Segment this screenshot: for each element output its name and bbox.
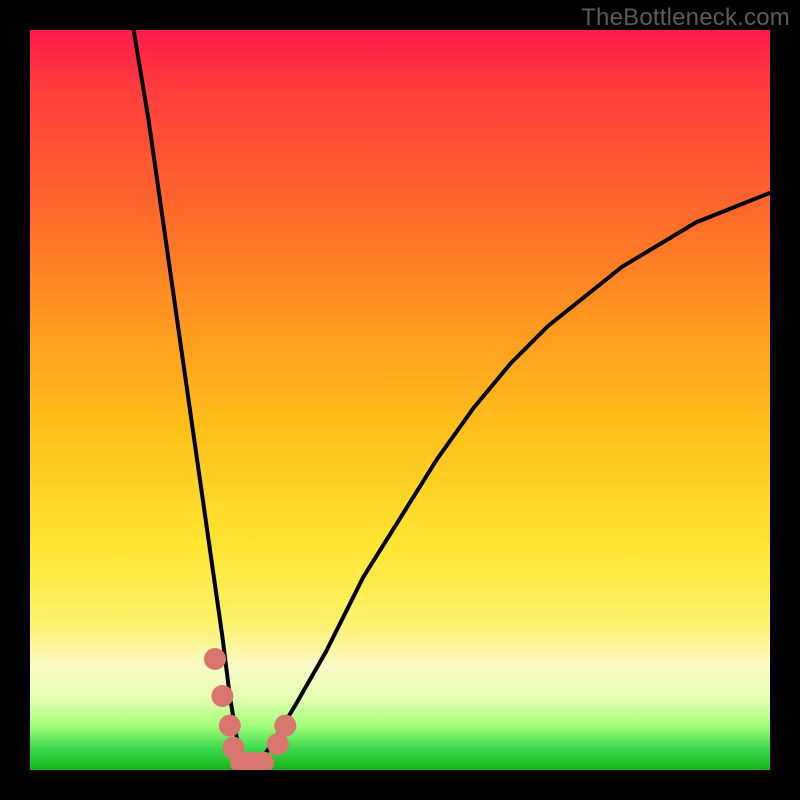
plot-area bbox=[30, 30, 770, 770]
curve-markers bbox=[204, 648, 296, 770]
curve-marker bbox=[211, 685, 233, 707]
chart-stage: TheBottleneck.com bbox=[0, 0, 800, 800]
curve-marker bbox=[204, 648, 226, 670]
curve-marker bbox=[274, 715, 296, 737]
curve-path bbox=[134, 30, 770, 770]
chart-svg bbox=[30, 30, 770, 770]
curve-marker bbox=[219, 715, 241, 737]
bottleneck-curve bbox=[134, 30, 770, 770]
watermark-text: TheBottleneck.com bbox=[581, 4, 790, 32]
